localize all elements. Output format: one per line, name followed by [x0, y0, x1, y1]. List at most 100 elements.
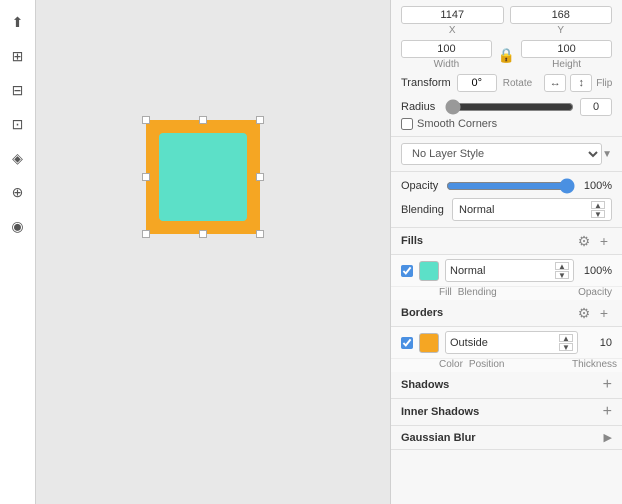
size-width-input[interactable] [401, 40, 492, 58]
layer-style-select[interactable]: No Layer Style [401, 143, 602, 165]
border-item: Outside ▲ ▼ 10 [391, 327, 622, 359]
border-step-down[interactable]: ▼ [559, 343, 573, 351]
shadows-title: Shadows [401, 379, 449, 391]
position-y-label: Y [510, 25, 613, 36]
border-thickness-value: 10 [584, 337, 612, 349]
fill-col-blend-label: Blending [458, 287, 566, 298]
handle-bc[interactable] [199, 230, 207, 238]
toolbar-icon-grid[interactable]: ⊞ [4, 42, 32, 70]
borders-settings-btn[interactable]: ⚙ [576, 305, 592, 321]
border-col-thickness-label: Thickness [572, 359, 612, 370]
smooth-corners-checkbox[interactable] [401, 118, 413, 130]
handle-tl[interactable] [142, 116, 150, 124]
borders-add-btn[interactable]: + [596, 305, 612, 321]
fills-header: Fills ⚙ + [391, 228, 622, 255]
border-position-value: Outside [450, 337, 559, 349]
toolbar-icon-style[interactable]: ◉ [4, 212, 32, 240]
shape-inner [159, 133, 247, 221]
handle-ml[interactable] [142, 173, 150, 181]
fill-blending-container: Normal ▲ ▼ [445, 259, 574, 282]
border-step-up[interactable]: ▲ [559, 334, 573, 342]
handle-tr[interactable] [256, 116, 264, 124]
size-height-group: Height [521, 40, 612, 70]
canvas-area [36, 0, 390, 504]
position-x-label: X [401, 25, 504, 36]
handle-mr[interactable] [256, 173, 264, 181]
radius-input[interactable] [580, 98, 612, 116]
borders-header: Borders ⚙ + [391, 300, 622, 327]
gaussian-blur-title: Gaussian Blur [401, 432, 476, 444]
layer-style-chevron-icon: ▼ [602, 149, 612, 160]
border-position-container: Outside ▲ ▼ [445, 331, 578, 354]
fill-step-up[interactable]: ▲ [555, 262, 569, 270]
border-col-color-label: Color [439, 359, 463, 370]
handle-bl[interactable] [142, 230, 150, 238]
transform-label: Transform [401, 77, 451, 89]
fills-title: Fills [401, 235, 423, 247]
position-y-group: Y [510, 6, 613, 36]
size-width-label: Width [401, 59, 492, 70]
handle-tc[interactable] [199, 116, 207, 124]
toolbar-icon-symbol[interactable]: ◈ [4, 144, 32, 172]
toolbar-icon-mask[interactable]: ⊕ [4, 178, 32, 206]
blending-step-up[interactable]: ▲ [591, 201, 605, 209]
toolbar-icon-distribute[interactable]: ⊡ [4, 110, 32, 138]
fill-color-swatch[interactable] [419, 261, 439, 281]
right-panel: X Y Width 🔒 Height Transform Rotate [390, 0, 622, 504]
blending-stepper[interactable]: ▲ ▼ [591, 201, 605, 218]
gaussian-blur-arrow-icon[interactable]: ▶ [604, 431, 612, 444]
border-stepper[interactable]: ▲ ▼ [559, 334, 573, 351]
shape-outer [146, 120, 260, 234]
size-height-input[interactable] [521, 40, 612, 58]
fill-col-fill-label: Fill [439, 287, 452, 298]
fills-add-btn[interactable]: + [596, 233, 612, 249]
position-section: X Y Width 🔒 Height Transform Rotate [391, 0, 622, 137]
border-enabled-checkbox[interactable] [401, 337, 413, 349]
flip-label: Flip [596, 78, 612, 89]
radius-label: Radius [401, 101, 439, 113]
toolbar: ⬆ ⊞ ⊟ ⊡ ◈ ⊕ ◉ [0, 0, 36, 504]
handle-br[interactable] [256, 230, 264, 238]
fill-col-labels: Fill Blending Opacity [391, 287, 622, 300]
fill-col-opacity-label: Opacity [572, 287, 612, 298]
fill-item: Normal ▲ ▼ 100% [391, 255, 622, 287]
opacity-slider[interactable] [446, 178, 575, 194]
inner-shadows-add-btn[interactable]: + [603, 404, 612, 420]
shadows-add-btn[interactable]: + [603, 377, 612, 393]
flip-horizontal-btn[interactable]: ↔ [544, 74, 566, 92]
size-height-label: Height [521, 59, 612, 70]
inner-shadows-section: Inner Shadows + [391, 399, 622, 426]
size-width-group: Width [401, 40, 492, 70]
fill-step-down[interactable]: ▼ [555, 271, 569, 279]
opacity-value: 100% [581, 180, 612, 192]
toolbar-icon-align[interactable]: ⊟ [4, 76, 32, 104]
fill-enabled-checkbox[interactable] [401, 265, 413, 277]
radius-slider[interactable] [445, 101, 574, 113]
position-y-input[interactable] [510, 6, 613, 24]
border-col-labels: Color Position Thickness [391, 359, 622, 372]
position-x-group: X [401, 6, 504, 36]
layer-style-section: No Layer Style ▼ [391, 137, 622, 172]
rotate-label: Rotate [503, 78, 532, 89]
lock-icon[interactable]: 🔒 [498, 40, 515, 70]
blending-value: Normal [459, 204, 591, 216]
flip-vertical-btn[interactable]: ↕ [570, 74, 592, 92]
rotate-input[interactable] [457, 74, 497, 92]
blending-label: Blending [401, 204, 446, 216]
opacity-section: Opacity 100% Blending Normal ▲ ▼ [391, 172, 622, 228]
fill-opacity-value: 100% [580, 265, 612, 277]
border-color-swatch[interactable] [419, 333, 439, 353]
fills-settings-btn[interactable]: ⚙ [576, 233, 592, 249]
fills-actions: ⚙ + [576, 233, 612, 249]
inner-shadows-title: Inner Shadows [401, 406, 479, 418]
border-col-position-label: Position [469, 359, 566, 370]
fill-blending-value: Normal [450, 265, 555, 277]
toolbar-icon-export[interactable]: ⬆ [4, 8, 32, 36]
blending-value-container: Normal ▲ ▼ [452, 198, 612, 221]
fill-stepper[interactable]: ▲ ▼ [555, 262, 569, 279]
position-x-input[interactable] [401, 6, 504, 24]
blending-step-down[interactable]: ▼ [591, 210, 605, 218]
borders-title: Borders [401, 307, 443, 319]
gaussian-blur-section: Gaussian Blur ▶ [391, 426, 622, 450]
shape-container[interactable] [146, 120, 260, 234]
